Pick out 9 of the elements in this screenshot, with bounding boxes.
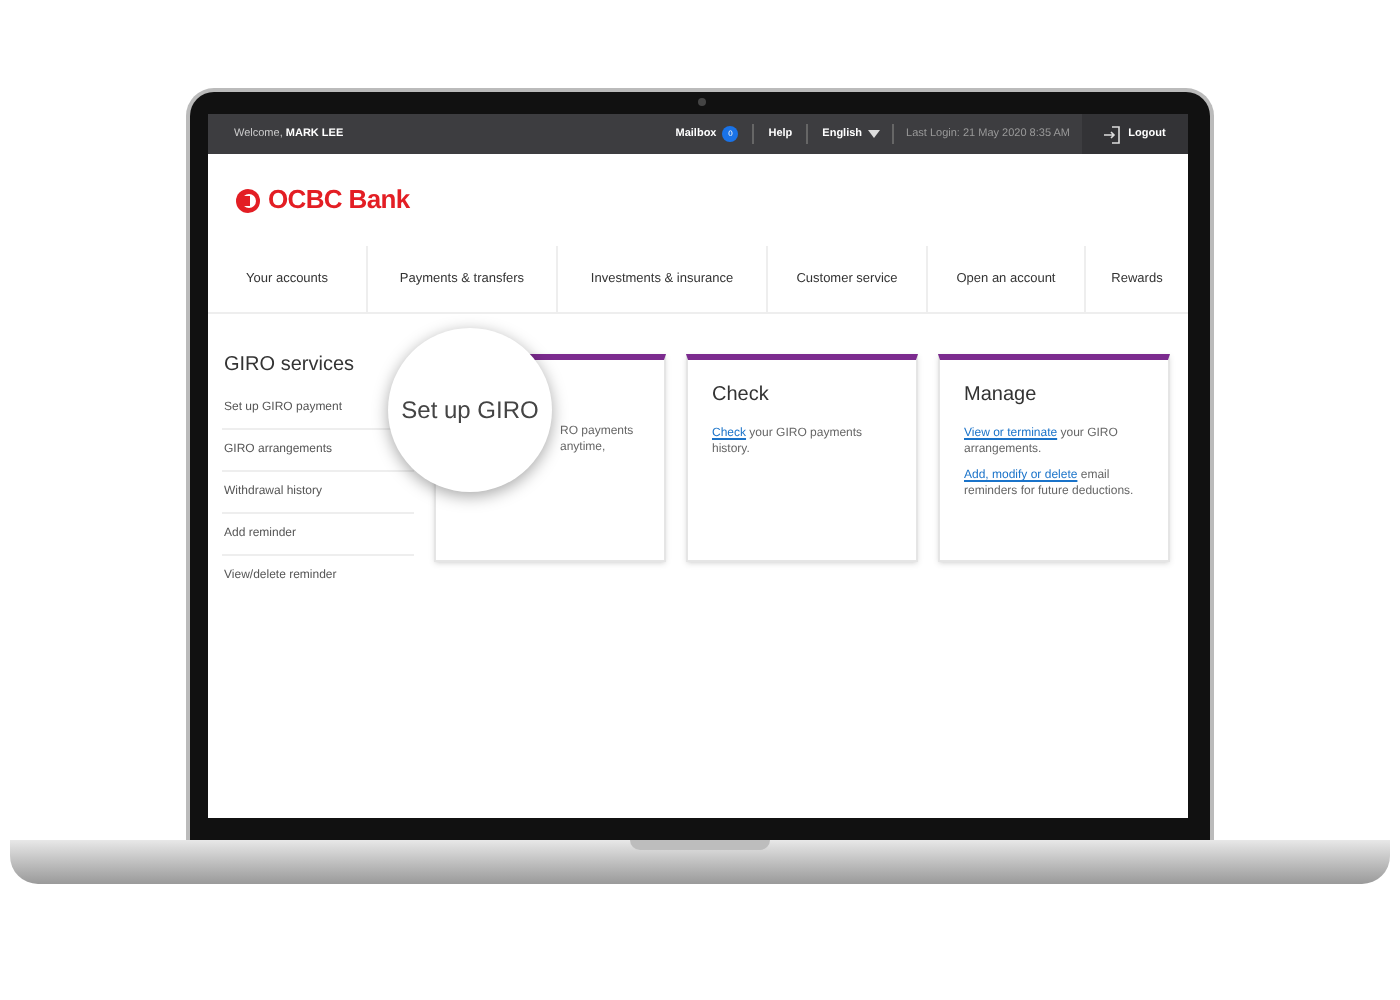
- magnified-text: Set up GIRO: [401, 394, 539, 428]
- logo-icon: [234, 187, 262, 213]
- camera-icon: [698, 98, 706, 106]
- card-title: Manage: [964, 382, 1039, 410]
- logout-icon: [1104, 125, 1121, 143]
- sidebar-title: GIRO services: [222, 352, 357, 380]
- card-title: Check: [712, 382, 771, 410]
- caret-icon: [868, 130, 881, 138]
- bank-logo: OCBC Bank: [234, 180, 410, 220]
